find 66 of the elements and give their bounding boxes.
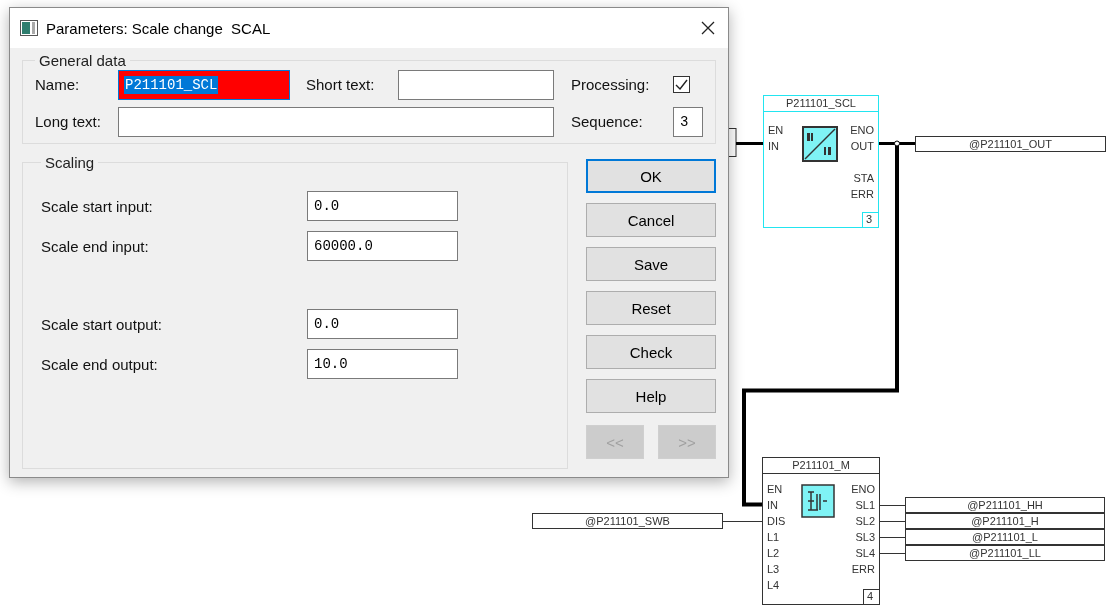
field-label: Scale end input:	[41, 237, 150, 255]
dialog-button[interactable]: Help	[586, 379, 716, 413]
window-title: Parameters: Scale change SCAL	[46, 19, 272, 37]
pin-label: ERR	[851, 562, 875, 577]
processing-checkbox[interactable]	[673, 76, 690, 93]
field-label: Scale start output:	[41, 315, 163, 333]
sequence-field[interactable]: 3	[673, 106, 703, 137]
group-title: Scaling	[44, 154, 96, 171]
pin-label: SL1	[855, 498, 875, 513]
field-label: Short text:	[306, 76, 376, 93]
signal-tag[interactable]: @P211101_L	[905, 529, 1105, 545]
pin-label: SL2	[855, 514, 875, 529]
pin-label: EN	[768, 123, 784, 138]
pin-label: ENO	[851, 482, 875, 497]
value-field[interactable]: 0.0	[307, 191, 458, 221]
dialog-button[interactable]: OK	[586, 159, 716, 193]
dialog-button[interactable]: Reset	[586, 291, 716, 325]
connection-wire	[722, 520, 763, 522]
signal-tag[interactable]: @P211101_H	[905, 513, 1105, 529]
pin-label: ERR	[850, 187, 874, 202]
pin-label: IN	[768, 139, 779, 154]
group-title: General data	[38, 52, 127, 69]
connection-wire	[877, 536, 906, 538]
short-text-field[interactable]	[398, 69, 554, 100]
pin-label: DIS	[767, 514, 786, 529]
block-title: P211101_SCL	[764, 96, 878, 112]
pin-label: ENO	[850, 123, 874, 138]
name-field[interactable]: P211101_SCL	[118, 69, 290, 100]
pin-label: STA	[853, 171, 874, 186]
function-block[interactable]: P211101_SCL EN IN ENO OUT STA ERR 3	[763, 95, 879, 228]
field-label: Name:	[35, 76, 81, 93]
pin-label: OUT	[850, 139, 874, 154]
junction-dot	[894, 140, 900, 146]
connection-wire	[877, 552, 906, 554]
window-icon	[20, 20, 38, 36]
value-field[interactable]: 60000.0	[307, 231, 458, 261]
dialog-button[interactable]: Save	[586, 247, 716, 281]
signal-tag[interactable]: @P211101_SWB	[532, 513, 723, 529]
pin-label: IN	[767, 498, 778, 513]
pin-label: L2	[767, 546, 780, 561]
pin-label: L4	[767, 578, 780, 593]
field-label: Scale end output:	[41, 355, 159, 373]
pin-label: L3	[767, 562, 780, 577]
value-field[interactable]: 0.0	[307, 309, 458, 339]
field-label: Long text:	[35, 113, 102, 130]
connection-wire	[877, 520, 906, 522]
pin-label: L1	[767, 530, 780, 545]
field-label: Scale start input:	[41, 197, 154, 215]
function-block[interactable]: P211101_M EN IN DIS L1 L2 L3 L4 ENO SL1 SL2 SL3 SL4 ERR 4	[762, 457, 880, 605]
dialog-button[interactable]: Cancel	[586, 203, 716, 237]
pin-label: SL4	[855, 546, 875, 561]
pin-label: SL3	[855, 530, 875, 545]
field-label: Sequence:	[571, 113, 644, 130]
long-text-field[interactable]	[118, 106, 554, 137]
sequence-number: 3	[862, 212, 878, 227]
scaling-icon	[802, 126, 838, 162]
pin-label: EN	[767, 482, 783, 497]
block-title: P211101_M	[763, 458, 879, 474]
dialog-button[interactable]: Check	[586, 335, 716, 369]
value-field[interactable]: 10.0	[307, 349, 458, 379]
field-label: Processing:	[571, 76, 651, 93]
signal-tag[interactable]: @P211101_LL	[905, 545, 1105, 561]
sequence-number: 4	[863, 589, 879, 604]
limit-icon	[801, 484, 835, 518]
signal-tag[interactable]: @P211101_OUT	[915, 136, 1106, 152]
signal-tag[interactable]: @P211101_HH	[905, 497, 1105, 513]
